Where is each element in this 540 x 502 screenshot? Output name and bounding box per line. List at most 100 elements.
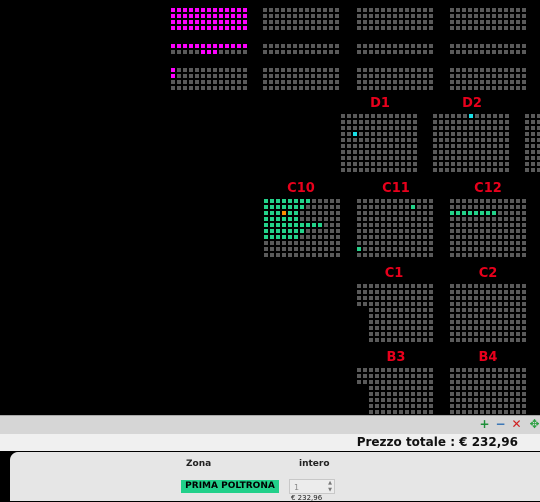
seat[interactable] (413, 138, 417, 142)
seat[interactable] (510, 386, 514, 390)
seat[interactable] (474, 302, 478, 306)
seat[interactable] (492, 26, 496, 30)
seat[interactable] (393, 235, 397, 239)
seat[interactable] (445, 162, 449, 166)
seat[interactable] (405, 302, 409, 306)
seat[interactable] (405, 217, 409, 221)
seat[interactable] (504, 44, 508, 48)
seat[interactable] (399, 68, 403, 72)
seat[interactable] (417, 326, 421, 330)
seat[interactable] (411, 8, 415, 12)
seat[interactable] (395, 144, 399, 148)
seat[interactable] (439, 144, 443, 148)
seat[interactable] (450, 50, 454, 54)
seat[interactable] (306, 241, 310, 245)
seat[interactable] (423, 50, 427, 54)
seat[interactable] (288, 205, 292, 209)
seat[interactable] (468, 314, 472, 318)
seat[interactable] (480, 253, 484, 257)
seat[interactable] (480, 247, 484, 251)
seat[interactable] (522, 302, 526, 306)
seat[interactable] (393, 326, 397, 330)
seat[interactable] (492, 290, 496, 294)
seat[interactable] (381, 332, 385, 336)
seat[interactable] (264, 241, 268, 245)
seat[interactable] (439, 162, 443, 166)
seat[interactable] (311, 26, 315, 30)
seat[interactable] (463, 162, 467, 166)
seat[interactable] (522, 284, 526, 288)
seat[interactable] (522, 229, 526, 233)
seat[interactable] (450, 229, 454, 233)
seat[interactable] (468, 247, 472, 251)
seat[interactable] (450, 410, 454, 414)
seat[interactable] (363, 86, 367, 90)
seat[interactable] (499, 144, 503, 148)
seat[interactable] (423, 68, 427, 72)
seat[interactable] (481, 120, 485, 124)
seat[interactable] (282, 235, 286, 239)
seat[interactable] (201, 86, 205, 90)
seat[interactable] (531, 126, 535, 130)
seat[interactable] (300, 217, 304, 221)
seat[interactable] (456, 50, 460, 54)
seat[interactable] (463, 126, 467, 130)
seat[interactable] (357, 247, 361, 251)
seat[interactable] (516, 314, 520, 318)
seat[interactable] (312, 253, 316, 257)
seat[interactable] (312, 217, 316, 221)
seat[interactable] (195, 8, 199, 12)
seat[interactable] (263, 68, 267, 72)
seat[interactable] (357, 223, 361, 227)
seat[interactable] (423, 392, 427, 396)
seat[interactable] (405, 14, 409, 18)
seat[interactable] (381, 392, 385, 396)
seat[interactable] (516, 247, 520, 251)
seat[interactable] (498, 314, 502, 318)
seat[interactable] (381, 320, 385, 324)
seat[interactable] (462, 229, 466, 233)
seat[interactable] (457, 132, 461, 136)
seat[interactable] (317, 80, 321, 84)
seat[interactable] (399, 320, 403, 324)
seat[interactable] (411, 235, 415, 239)
seat[interactable] (429, 410, 433, 414)
seat[interactable] (468, 14, 472, 18)
seat[interactable] (405, 20, 409, 24)
seat[interactable] (387, 8, 391, 12)
seat[interactable] (275, 86, 279, 90)
seat[interactable] (294, 235, 298, 239)
seat[interactable] (492, 284, 496, 288)
seat[interactable] (498, 320, 502, 324)
seat[interactable] (498, 332, 502, 336)
seat[interactable] (219, 74, 223, 78)
seat[interactable] (399, 20, 403, 24)
seat[interactable] (363, 247, 367, 251)
seat[interactable] (399, 86, 403, 90)
seat[interactable] (387, 398, 391, 402)
seat[interactable] (357, 290, 361, 294)
seat[interactable] (177, 20, 181, 24)
seat[interactable] (463, 156, 467, 160)
seat[interactable] (171, 44, 175, 48)
seat[interactable] (492, 302, 496, 306)
seat[interactable] (411, 86, 415, 90)
seat[interactable] (407, 162, 411, 166)
seat[interactable] (462, 68, 466, 72)
seat[interactable] (275, 14, 279, 18)
seat[interactable] (481, 168, 485, 172)
seat[interactable] (462, 241, 466, 245)
seat[interactable] (395, 168, 399, 172)
seat[interactable] (299, 74, 303, 78)
seat[interactable] (231, 26, 235, 30)
seat[interactable] (294, 229, 298, 233)
seat[interactable] (318, 211, 322, 215)
seat[interactable] (381, 296, 385, 300)
seat[interactable] (510, 8, 514, 12)
seat[interactable] (359, 120, 363, 124)
seat[interactable] (389, 150, 393, 154)
seat[interactable] (363, 223, 367, 227)
seat[interactable] (468, 398, 472, 402)
seat[interactable] (423, 229, 427, 233)
seat[interactable] (195, 44, 199, 48)
